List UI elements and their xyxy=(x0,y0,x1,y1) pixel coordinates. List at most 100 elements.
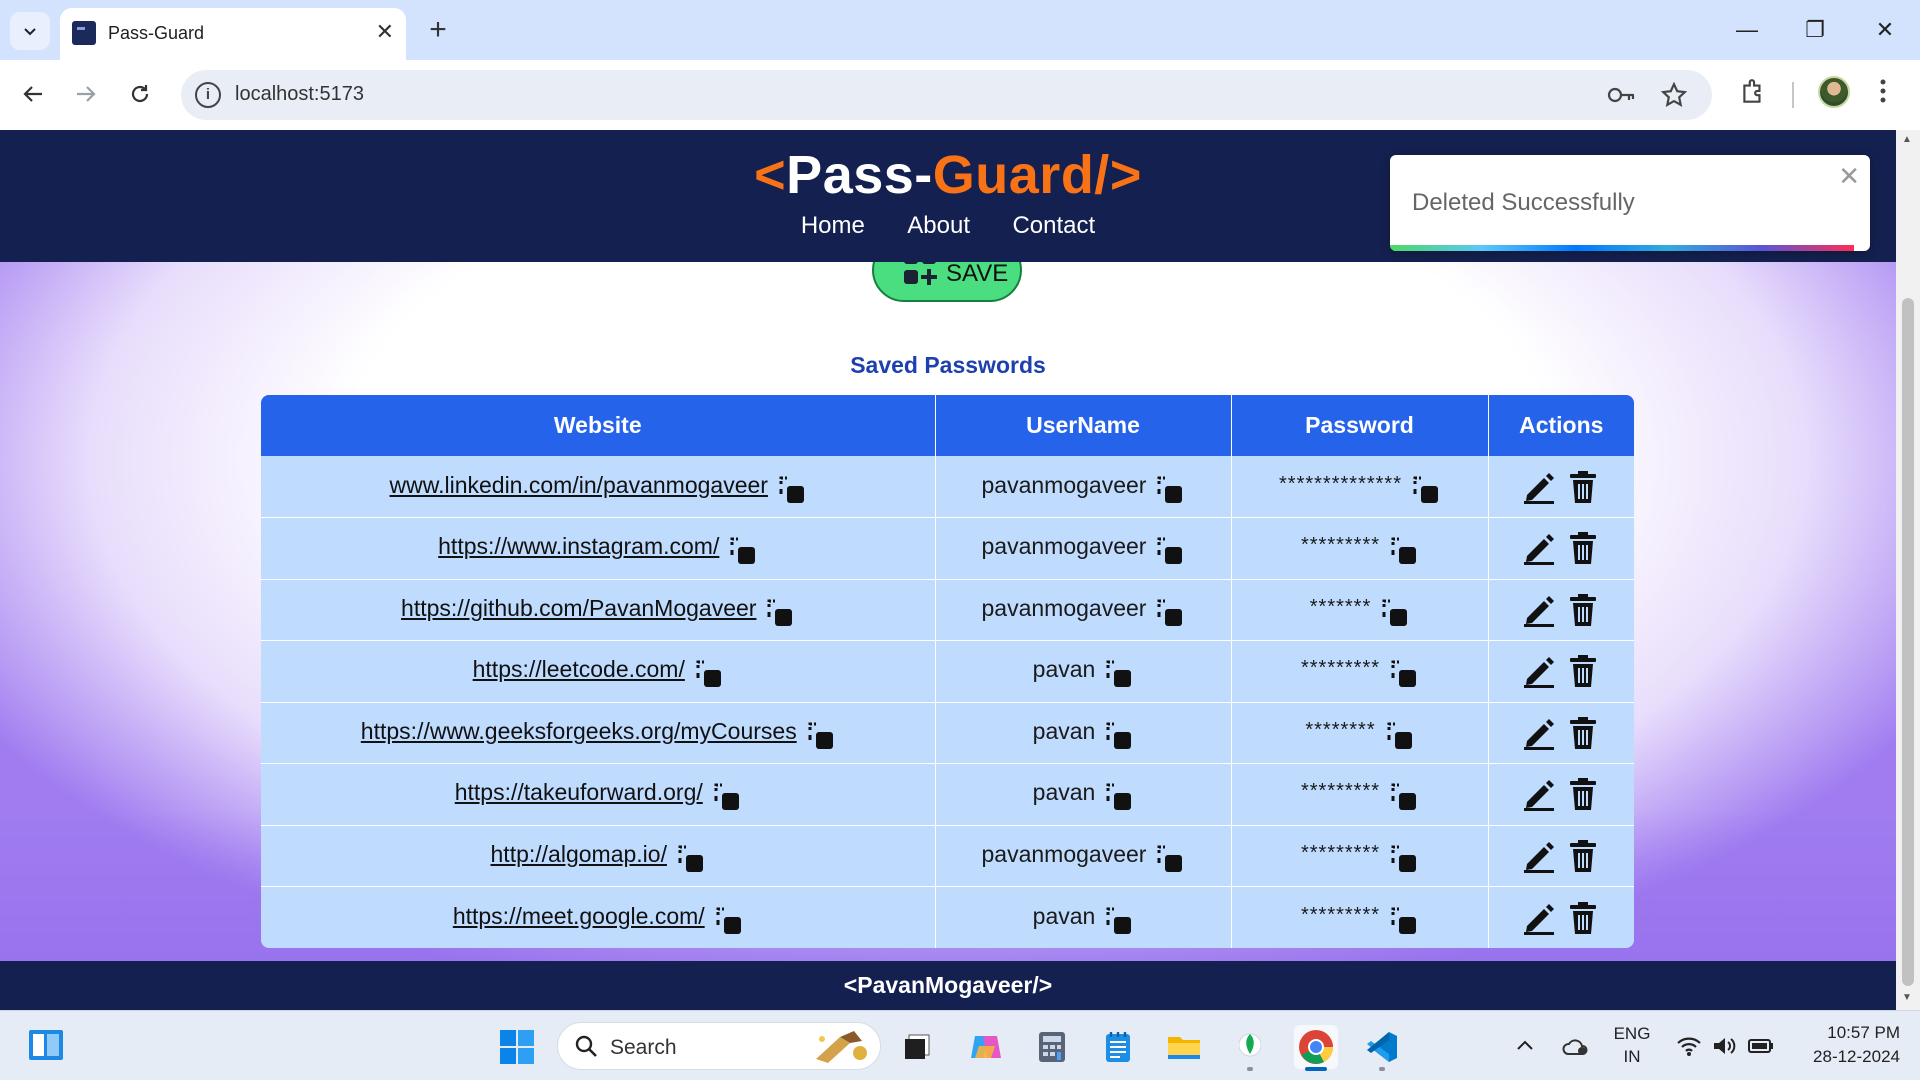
website-link[interactable]: https://www.instagram.com/ xyxy=(438,533,719,559)
copy-icon[interactable] xyxy=(1390,906,1418,936)
browser-tab[interactable]: Pass-Guard ✕ xyxy=(60,8,406,60)
delete-icon[interactable] xyxy=(1566,593,1600,627)
onedrive-sync-icon[interactable] xyxy=(1562,1037,1590,1057)
copy-icon[interactable] xyxy=(729,536,757,566)
taskbar-notepad[interactable] xyxy=(1096,1025,1140,1069)
edit-icon[interactable] xyxy=(1522,593,1556,627)
copy-icon[interactable] xyxy=(695,659,723,689)
page-scrollbar[interactable]: ▲ ▼ xyxy=(1896,130,1920,1010)
copy-icon[interactable] xyxy=(677,844,705,874)
toast-close-icon[interactable]: ✕ xyxy=(1838,161,1860,192)
delete-icon[interactable] xyxy=(1566,901,1600,935)
tab-search-button[interactable] xyxy=(10,12,50,50)
url-text[interactable]: localhost:5173 xyxy=(235,83,364,106)
bookmark-star-icon[interactable] xyxy=(1661,82,1687,108)
taskbar-copilot[interactable] xyxy=(964,1025,1008,1069)
wifi-icon[interactable] xyxy=(1676,1035,1702,1057)
website-link[interactable]: http://algomap.io/ xyxy=(491,841,667,867)
taskbar-chrome[interactable] xyxy=(1294,1025,1338,1071)
copy-icon[interactable] xyxy=(1381,598,1409,628)
back-button[interactable] xyxy=(13,76,53,116)
edit-icon[interactable] xyxy=(1522,531,1556,566)
widgets-icon[interactable] xyxy=(28,1029,64,1061)
copy-icon[interactable] xyxy=(1412,475,1440,505)
copy-icon[interactable] xyxy=(778,475,806,505)
taskbar-vscode[interactable] xyxy=(1360,1025,1404,1071)
website-link[interactable]: https://takeuforward.org/ xyxy=(455,779,703,805)
language-indicator-line2[interactable]: IN xyxy=(1612,1047,1652,1067)
copy-icon[interactable] xyxy=(713,782,741,812)
address-bar[interactable]: i localhost:5173 xyxy=(181,70,1712,120)
nav-home[interactable]: Home xyxy=(801,212,865,240)
website-link[interactable]: https://github.com/PavanMogaveer xyxy=(401,595,756,621)
clock-date[interactable]: 28-12-2024 xyxy=(1790,1047,1900,1067)
language-indicator-line1[interactable]: ENG xyxy=(1612,1024,1652,1044)
nav-about[interactable]: About xyxy=(907,212,970,240)
toast-notification[interactable]: Deleted Successfully ✕ xyxy=(1390,155,1870,251)
forward-button[interactable] xyxy=(66,76,106,116)
delete-icon[interactable] xyxy=(1566,654,1600,688)
edit-icon[interactable] xyxy=(1522,470,1556,504)
copy-icon[interactable] xyxy=(1105,659,1133,689)
website-link[interactable]: https://www.geeksforgeeks.org/myCourses xyxy=(361,718,797,744)
minimize-button[interactable]: — xyxy=(1724,12,1770,48)
more-menu-icon[interactable] xyxy=(1878,78,1888,104)
volume-icon[interactable] xyxy=(1712,1035,1738,1057)
website-link[interactable]: https://meet.google.com/ xyxy=(453,903,705,929)
edit-icon[interactable] xyxy=(1522,716,1556,750)
edit-icon[interactable] xyxy=(1522,839,1556,873)
windows-start-icon[interactable] xyxy=(500,1030,534,1064)
copy-icon[interactable] xyxy=(1156,536,1184,566)
task-view-icon xyxy=(905,1034,930,1059)
new-tab-button[interactable]: + xyxy=(420,12,456,48)
scroll-up-icon[interactable]: ▲ xyxy=(1902,134,1912,145)
tab-close-icon[interactable]: ✕ xyxy=(376,19,394,45)
profile-avatar[interactable] xyxy=(1818,76,1850,108)
copy-icon[interactable] xyxy=(1156,598,1184,628)
copy-icon[interactable] xyxy=(1390,659,1418,689)
taskbar-file-explorer[interactable] xyxy=(1162,1025,1206,1069)
restore-button[interactable]: ❐ xyxy=(1792,12,1838,48)
delete-icon[interactable] xyxy=(1566,470,1600,504)
browser-toolbar: i localhost:5173 xyxy=(0,60,1920,130)
copy-icon[interactable] xyxy=(1105,721,1133,751)
copy-icon[interactable] xyxy=(1386,721,1414,751)
copy-icon[interactable] xyxy=(715,906,743,936)
taskbar-search-box[interactable]: Search xyxy=(557,1022,881,1070)
delete-icon[interactable] xyxy=(1566,531,1600,565)
clock-time[interactable]: 10:57 PM xyxy=(1790,1023,1900,1043)
edit-icon[interactable] xyxy=(1522,654,1556,689)
copy-icon[interactable] xyxy=(1156,475,1184,505)
copy-icon[interactable] xyxy=(1105,906,1133,936)
key-icon[interactable] xyxy=(1607,84,1637,106)
table-row: http://algomap.io/pavanmogaveer ********* xyxy=(261,825,1634,887)
nav-contact[interactable]: Contact xyxy=(1012,212,1095,240)
copy-icon[interactable] xyxy=(807,721,835,751)
copy-icon[interactable] xyxy=(766,598,794,628)
site-info-icon[interactable]: i xyxy=(195,82,221,108)
scrollbar-thumb[interactable] xyxy=(1902,298,1914,986)
table-row: https://leetcode.com/pavan ********* xyxy=(261,640,1634,703)
copy-icon[interactable] xyxy=(1390,782,1418,812)
delete-icon[interactable] xyxy=(1566,839,1600,873)
copy-icon[interactable] xyxy=(1156,844,1184,874)
chevron-up-icon[interactable] xyxy=(1516,1039,1534,1051)
delete-icon[interactable] xyxy=(1566,716,1600,750)
battery-icon[interactable] xyxy=(1748,1038,1774,1054)
taskbar-calculator[interactable] xyxy=(1030,1025,1074,1069)
website-link[interactable]: www.linkedin.com/in/pavanmogaveer xyxy=(390,472,768,498)
edit-icon[interactable] xyxy=(1522,777,1556,812)
taskbar-task-view[interactable] xyxy=(896,1025,940,1069)
extensions-icon[interactable] xyxy=(1740,78,1766,106)
scroll-down-icon[interactable]: ▼ xyxy=(1902,992,1912,1003)
delete-icon[interactable] xyxy=(1566,777,1600,811)
website-link[interactable]: https://leetcode.com/ xyxy=(473,656,685,682)
copy-icon[interactable] xyxy=(1390,536,1418,566)
reload-button[interactable] xyxy=(120,76,160,116)
search-highlight-art-icon xyxy=(816,1031,867,1063)
close-window-button[interactable]: ✕ xyxy=(1862,12,1908,48)
taskbar-mongodb-compass[interactable] xyxy=(1228,1025,1272,1071)
edit-icon[interactable] xyxy=(1522,901,1556,935)
copy-icon[interactable] xyxy=(1105,782,1133,812)
copy-icon[interactable] xyxy=(1390,844,1418,874)
